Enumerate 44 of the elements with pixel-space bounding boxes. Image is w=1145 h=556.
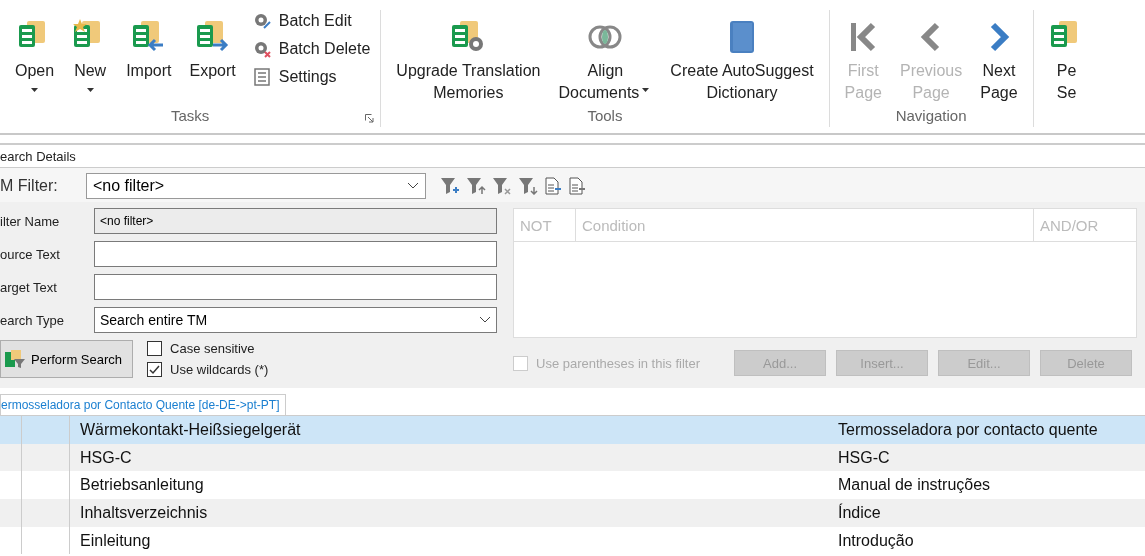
ribbon-button[interactable]: Open — [6, 10, 64, 107]
ribbon-button[interactable]: Import — [117, 10, 181, 107]
source-cell-text: Betriebsanleitung — [79, 475, 205, 496]
ribbon-button[interactable]: Upgrade Translation Memories — [387, 10, 550, 107]
input-field[interactable]: <no filter> — [94, 208, 497, 234]
ribbon-button[interactable]: Next Page — [971, 10, 1027, 107]
source-cell-text: Einleitung — [79, 530, 152, 551]
ribbon-small-button[interactable]: Settings — [252, 66, 371, 88]
group-label: Tools — [587, 107, 623, 126]
target-cell-text: Manual de instruções — [837, 475, 992, 496]
field-label: ilter Name — [0, 213, 61, 229]
filter-dropdown[interactable]: <no filter> — [86, 173, 426, 199]
filter-label: M Filter: — [0, 177, 59, 195]
group-label: Tasks — [171, 107, 210, 126]
column-header: Condition — [576, 209, 1034, 241]
source-cell-text: Inhaltsverzeichnis — [79, 502, 209, 523]
group-label: Navigation — [895, 107, 967, 126]
ribbon-button[interactable]: Pe Se — [1039, 10, 1094, 127]
ribbon-small-button[interactable]: Batch Delete — [252, 38, 371, 60]
target-cell-text: Índice — [837, 502, 882, 523]
checkbox-label: Use wildcards (*) — [170, 362, 269, 377]
table-row[interactable]: Wärmekontakt-Heißsiegelgerät Termosseladora por contacto quente — [0, 416, 1145, 444]
target-cell-text: Termosseladora por contacto quente — [837, 419, 1099, 440]
ribbon-button[interactable]: Create AutoSuggest Dictionary — [661, 10, 823, 107]
ribbon-button[interactable]: New — [63, 10, 118, 107]
ribbon-button[interactable]: Export — [180, 10, 245, 107]
target-cell-text: Introdução — [837, 530, 915, 551]
checkbox-label: Use parentheses in this filter — [536, 355, 701, 371]
column-header: AND/OR — [1039, 215, 1100, 236]
source-cell-text: Wärmekontakt-Heißsiegelgerät — [79, 419, 302, 440]
checkbox-label: Case sensitive — [170, 341, 255, 356]
search-type-dropdown[interactable]: Search entire TM — [94, 307, 497, 333]
table-row[interactable]: HSG-C HSG-C — [0, 443, 1145, 472]
document-tab[interactable]: ermosseladora por Contacto Quente [de-DE->pt-PT] — [0, 394, 287, 415]
field-label: arget Text — [0, 279, 58, 295]
table-row[interactable]: Inhaltsverzeichnis Índice — [0, 499, 1145, 527]
field-label: earch Type — [0, 312, 66, 328]
perform-search-button[interactable]: Perform Search — [0, 340, 134, 378]
ribbon-small-button[interactable]: Batch Edit — [252, 10, 371, 32]
target-cell-text: HSG-C — [837, 447, 891, 468]
source-cell-text: HSG-C — [79, 447, 133, 468]
field-label: ource Text — [0, 246, 61, 262]
column-header: NOT — [514, 209, 576, 241]
ribbon-button[interactable]: Align Documents — [549, 10, 662, 107]
